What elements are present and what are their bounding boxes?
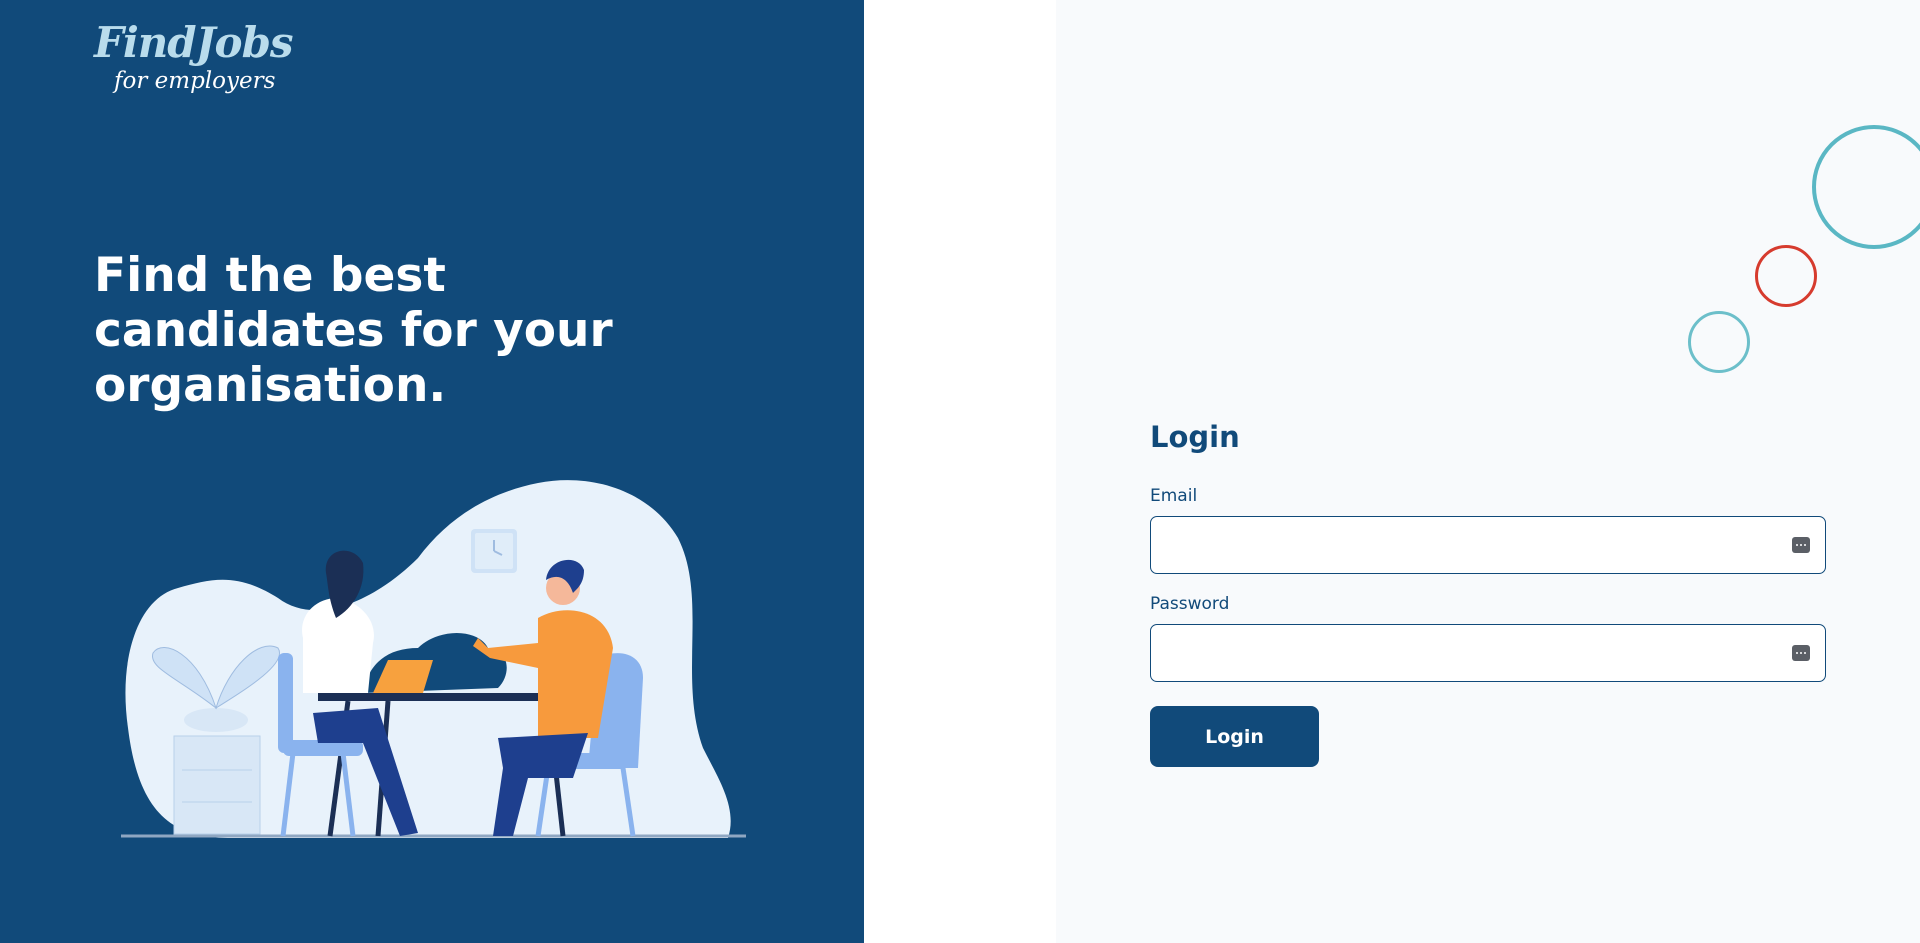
hero-title: Find the best candidates for your organi… — [94, 248, 613, 413]
interview-illustration — [121, 480, 746, 838]
logo-sub-text: for employers — [114, 68, 276, 94]
login-button[interactable]: Login — [1150, 706, 1319, 767]
left-panel: FindJobs for employers Find the best can… — [0, 0, 864, 943]
findjobs-logo: FindJobs for employers — [94, 18, 294, 94]
email-field-wrapper — [1150, 516, 1826, 574]
email-field[interactable] — [1150, 516, 1826, 574]
logo-main-text: FindJobs — [94, 18, 294, 67]
password-manager-key-icon[interactable] — [1792, 645, 1810, 661]
decorative-circle-teal-small — [1688, 311, 1750, 373]
email-label: Email — [1150, 486, 1198, 506]
password-manager-key-icon[interactable] — [1792, 537, 1810, 553]
decorative-circle-teal-large — [1812, 125, 1920, 249]
password-field-wrapper — [1150, 624, 1826, 682]
password-field[interactable] — [1150, 624, 1826, 682]
login-title: Login — [1150, 420, 1240, 454]
login-form: Login Email Password Login — [1150, 420, 1826, 767]
password-label: Password — [1150, 594, 1230, 614]
divider-strip — [864, 0, 1056, 943]
decorative-circle-red — [1755, 245, 1817, 307]
